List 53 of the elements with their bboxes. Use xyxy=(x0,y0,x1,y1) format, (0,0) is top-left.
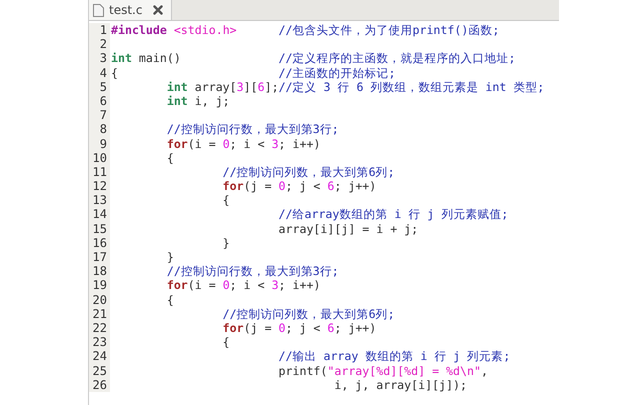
line-number: 2 xyxy=(89,37,110,52)
code-line: i, j, array[i][j]); xyxy=(333,378,467,392)
code-line: printf("array[%d][%d] = %d\n", xyxy=(278,364,488,378)
line-number: 5 xyxy=(89,80,110,94)
code-line: //给array数组的第 i 行 j 列元素赋值; xyxy=(278,207,508,222)
code-line: for(j = 0; j < 6; j++) xyxy=(222,179,376,194)
document-icon xyxy=(93,4,104,16)
line-number: 15 xyxy=(89,222,110,236)
code-line: //控制访问列数，最大到第6列; xyxy=(222,306,395,321)
line-number: 4 xyxy=(89,66,110,80)
code-line: for(j = 0; j < 6; j++) xyxy=(222,320,376,336)
line-number: 1 xyxy=(89,23,110,38)
code-line: int array[3][6];//定义 3 行 6 列数组，数组元素是 int 类型; xyxy=(166,80,544,94)
line-number: 13 xyxy=(89,193,110,208)
line-number: 9 xyxy=(89,136,110,151)
code-line: { xyxy=(166,292,174,307)
line-number: 22 xyxy=(89,320,110,336)
code-line: { xyxy=(222,335,230,350)
code-line: //控制访问列数，最大到第6列; xyxy=(222,164,395,180)
code-line: for(i = 0; i < 3; i++) xyxy=(166,136,320,151)
line-number: 18 xyxy=(89,264,110,278)
line-number: 7 xyxy=(89,108,110,122)
line-number: 12 xyxy=(89,179,110,194)
code-line: #include <stdio.h> //包含头文件，为了使用printf()函数; xyxy=(110,23,500,38)
code-line: int main() //定义程序的主函数，就是程序的入口地址; xyxy=(110,51,516,66)
line-number: 6 xyxy=(89,94,110,108)
code-line: //输出 array 数组的第 i 行 j 列元素; xyxy=(278,349,510,364)
file-tab[interactable]: test.c xyxy=(89,0,172,20)
code-line: //控制访问行数，最大到第3行; xyxy=(166,122,339,136)
line-number: 10 xyxy=(89,150,110,165)
code-line: int i, j; xyxy=(166,94,230,108)
code-line: array[i][j] = i + j; xyxy=(278,222,418,236)
line-number: 21 xyxy=(89,306,110,321)
line-number: 20 xyxy=(89,292,110,307)
code-line: for(i = 0; i < 3; i++) xyxy=(166,278,320,293)
line-number: 23 xyxy=(89,335,110,350)
line-number: 16 xyxy=(89,236,110,250)
line-number: 14 xyxy=(89,207,110,222)
code-line: } xyxy=(222,236,230,250)
line-number: 24 xyxy=(89,349,110,364)
line-number: 19 xyxy=(89,278,110,293)
code-line: { xyxy=(222,193,230,208)
line-number: 11 xyxy=(89,164,110,180)
code-line: { //主函数的开始标记; xyxy=(110,66,396,80)
close-icon[interactable] xyxy=(153,5,164,15)
line-number: 3 xyxy=(89,51,110,66)
code-line: } xyxy=(166,250,174,264)
line-number: 25 xyxy=(89,364,110,378)
code-line: //控制访问行数，最大到第3行; xyxy=(166,264,339,278)
code-line: { xyxy=(166,150,174,165)
line-number: 26 xyxy=(89,378,110,392)
line-number: 17 xyxy=(89,250,110,264)
line-number: 8 xyxy=(89,122,110,136)
